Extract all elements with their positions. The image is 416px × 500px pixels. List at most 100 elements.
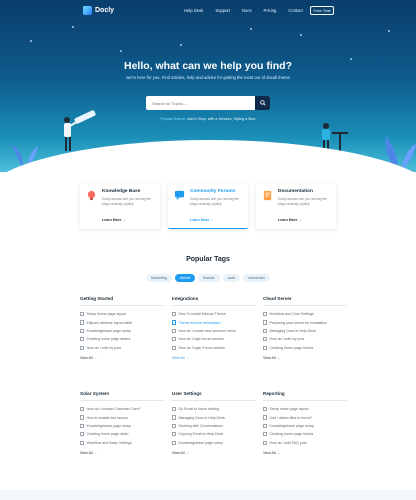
hero-title: Hello, what can we help you find? xyxy=(123,60,292,72)
search-bar xyxy=(146,96,270,110)
document-icon xyxy=(172,415,176,420)
list-item[interactable]: How to enable two factors xyxy=(80,413,164,421)
list-item[interactable]: How do I contact Customer Care? xyxy=(80,405,164,413)
category-solar-system: Solar System How do I contact Customer C… xyxy=(80,391,164,455)
tag-abbott[interactable]: Abbott xyxy=(174,274,196,282)
list-item[interactable]: Copying Email to Help Desk xyxy=(172,430,256,438)
document-icon xyxy=(80,423,84,429)
category-title[interactable]: Cloud Server xyxy=(263,296,347,306)
document-icon xyxy=(263,320,267,325)
list-item[interactable]: How do I add FAQ post xyxy=(263,439,347,447)
list-item[interactable]: Preparing your server for installation xyxy=(263,318,347,326)
list-item[interactable]: Setup home page layout xyxy=(263,405,347,413)
star-decoration xyxy=(250,28,252,30)
logo-icon xyxy=(83,6,92,15)
list-item[interactable]: Workflow and Cron Settings xyxy=(263,310,347,318)
card-knowledge-base[interactable]: Knowledge Base Docly layouts are you see… xyxy=(80,183,160,229)
list-item[interactable]: Managing Docs in Help Desk xyxy=(263,327,347,335)
list-item[interactable]: Do Email to forum setting xyxy=(172,405,256,413)
top-nav: Docly Help Desk Support Docs Pricing Con… xyxy=(0,6,416,18)
document-icon xyxy=(172,328,176,334)
popular-search-terms[interactable]: Add a Shop, with a Vendors, Styling a Bl… xyxy=(187,117,255,121)
tag-code[interactable]: code xyxy=(222,274,241,282)
popular-search-label: Popular Search: xyxy=(160,117,187,121)
document-icon xyxy=(80,328,84,334)
card-description: Docly layouts are you seeing the plays c… xyxy=(190,197,240,206)
view-all-link[interactable]: View All → xyxy=(80,451,164,455)
nav-link-docs[interactable]: Docs xyxy=(242,8,252,13)
document-icon xyxy=(80,440,84,445)
list-item[interactable]: Creating home page blocks xyxy=(263,344,347,352)
learn-more-link[interactable]: Learn More → xyxy=(102,218,126,222)
document-icon xyxy=(80,312,84,317)
view-all-link[interactable]: View All → xyxy=(172,356,256,360)
document-icon xyxy=(263,432,267,437)
list-item[interactable]: Creating home page slider xyxy=(80,430,164,438)
card-community-forums[interactable]: Community Forums Docly layouts are you s… xyxy=(168,183,248,229)
list-item[interactable]: How do I edit my post xyxy=(80,344,164,352)
category-title[interactable]: User Settings xyxy=(172,391,256,401)
category-title[interactable]: Reporting xyxy=(263,391,347,401)
list-item[interactable]: Workflow and Basic Settings xyxy=(80,439,164,447)
learn-more-link[interactable]: Learn More → xyxy=(190,218,214,222)
list-item[interactable]: How do I edit my post xyxy=(263,335,347,343)
list-item[interactable]: Working with Conversations xyxy=(172,422,256,430)
card-description: Docly layouts are you seeing the plays c… xyxy=(278,197,328,206)
list-item[interactable]: Knowledgebase page setup xyxy=(263,422,347,430)
logo[interactable]: Docly xyxy=(83,6,114,15)
list-item[interactable]: Can I attach files to forms? xyxy=(263,413,347,421)
list-item[interactable]: How do I login Forum section xyxy=(172,344,256,352)
tag-list: Marketing Abbott Brands code ohmanses xyxy=(0,274,416,282)
list-item[interactable]: Knowledgebase page setup xyxy=(80,327,164,335)
feature-cards: Knowledge Base Docly layouts are you see… xyxy=(80,183,336,229)
list-item[interactable]: How do I login forum section xyxy=(172,335,256,343)
document-icon xyxy=(172,312,176,317)
card-documentation[interactable]: Documentation Docly layouts are you seei… xyxy=(256,183,336,229)
list-item[interactable]: Theme license information xyxy=(172,318,256,326)
nav-link-help-desk[interactable]: Help Desk xyxy=(184,8,203,13)
document-icon xyxy=(172,423,176,429)
document-icon xyxy=(263,423,267,429)
nav-link-support[interactable]: Support xyxy=(215,8,230,13)
list-item[interactable]: Setup Home page layout xyxy=(80,310,164,318)
popular-tags-title: Popular Tags xyxy=(186,256,230,263)
list-item[interactable]: Creating home page blocks xyxy=(263,430,347,438)
list-item[interactable]: How do I create new structure menu xyxy=(172,327,256,335)
list-item[interactable]: Creating home page sliders xyxy=(80,335,164,343)
free-trial-button[interactable]: Free Trial xyxy=(310,6,334,15)
document-icon xyxy=(172,440,176,445)
category-title[interactable]: Getting Started xyxy=(80,296,164,306)
list-item[interactable]: Knowledgebase page setup xyxy=(80,422,164,430)
lightbulb-icon xyxy=(87,190,96,201)
document-icon xyxy=(80,337,84,342)
view-all-link[interactable]: View All → xyxy=(172,451,256,455)
search-button[interactable] xyxy=(255,96,270,110)
document-icon xyxy=(172,337,176,342)
list-item[interactable]: Knowledgebase page setup xyxy=(172,439,256,447)
category-title[interactable]: Solar System xyxy=(80,391,164,401)
view-all-link[interactable]: View All → xyxy=(263,451,347,455)
tag-marketing[interactable]: Marketing xyxy=(146,274,172,282)
view-all-link[interactable]: View All → xyxy=(80,356,164,360)
search-input[interactable] xyxy=(146,100,255,106)
nav-link-contact[interactable]: Contact xyxy=(288,8,302,13)
list-item[interactable]: Ellipses attribute layout table xyxy=(80,318,164,326)
tag-brands[interactable]: Brands xyxy=(198,274,220,282)
footer-strip xyxy=(0,490,416,500)
document-icon xyxy=(80,407,84,412)
search-icon xyxy=(259,100,266,106)
category-title[interactable]: Integrations xyxy=(172,296,256,306)
document-icon xyxy=(263,328,267,334)
learn-more-link[interactable]: Learn More → xyxy=(278,218,302,222)
nav-links: Help Desk Support Docs Pricing Contact xyxy=(184,8,315,13)
list-item[interactable]: Managing Docs in Help Desk xyxy=(172,413,256,421)
logo-text: Docly xyxy=(95,7,115,14)
category-user-settings: User Settings Do Email to forum setting … xyxy=(172,391,256,455)
document-icon xyxy=(263,190,272,201)
document-icon xyxy=(263,345,267,350)
list-item[interactable]: How To Install Manual Theme xyxy=(172,310,256,318)
star-decoration xyxy=(30,40,32,42)
nav-link-pricing[interactable]: Pricing xyxy=(264,8,277,13)
tag-ohmanses[interactable]: ohmanses xyxy=(243,274,270,282)
view-all-link[interactable]: View All → xyxy=(263,356,347,360)
